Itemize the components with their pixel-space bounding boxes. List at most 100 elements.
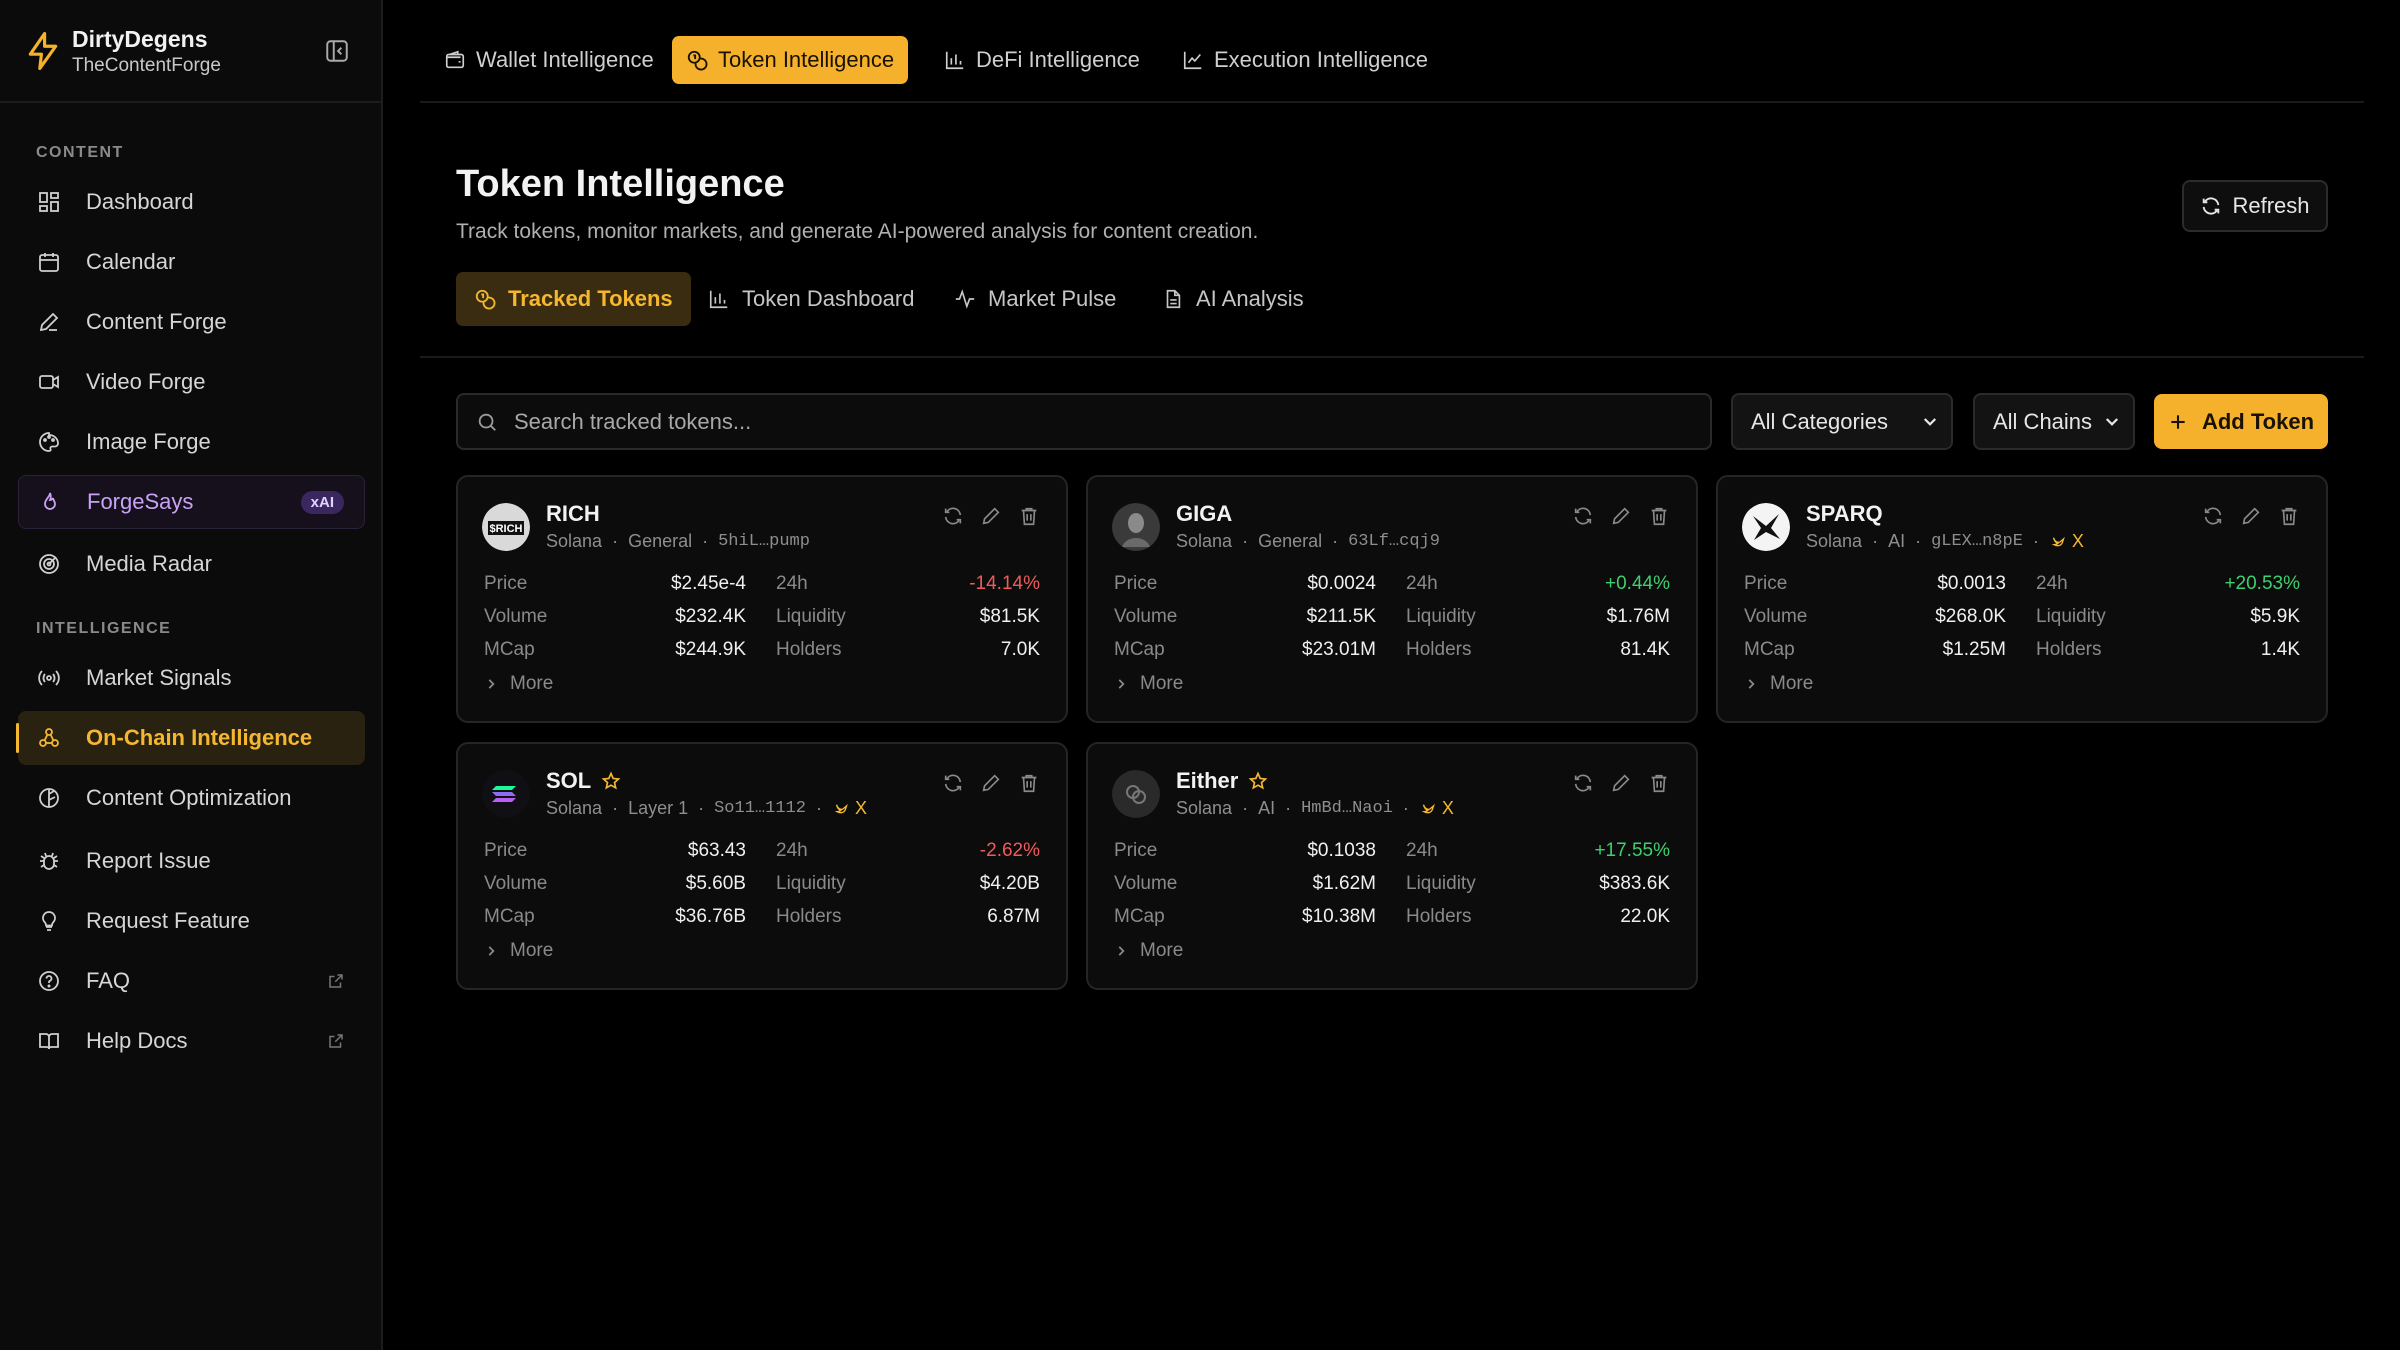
calendar-icon <box>36 249 62 275</box>
chain-select-value: All Chains <box>1993 408 2093 434</box>
sidebar-item-label: ForgeSays <box>87 489 194 514</box>
refresh-icon[interactable] <box>1572 772 1594 794</box>
token-card-sol[interactable]: SOL Solana · Layer 1 · So11…1112 · X Price… <box>456 742 1068 990</box>
change-24h-label: 24h <box>2036 573 2068 594</box>
tab-market-pulse[interactable]: Market Pulse <box>936 272 1134 326</box>
tab-token-intelligence[interactable]: Token Intelligence <box>672 36 909 84</box>
token-chain: Solana <box>546 531 603 551</box>
tab-defi-intelligence[interactable]: DeFi Intelligence <box>930 36 1154 84</box>
tab-tracked-tokens[interactable]: Tracked Tokens <box>456 272 691 326</box>
token-avatar <box>1742 503 1790 551</box>
sidebar-collapse-icon[interactable] <box>324 38 350 64</box>
token-address[interactable]: So11…1112 <box>714 799 806 818</box>
edit-icon[interactable] <box>1610 772 1632 794</box>
sidebar-item-calendar[interactable]: Calendar <box>18 235 365 289</box>
more-toggle[interactable]: More <box>484 940 553 962</box>
more-toggle[interactable]: More <box>1744 673 1813 695</box>
tab-execution-intelligence[interactable]: Execution Intelligence <box>1168 36 1442 84</box>
sidebar-item-content-forge[interactable]: Content Forge <box>18 295 365 349</box>
trash-icon[interactable] <box>2278 505 2300 527</box>
tab-ai-analysis[interactable]: AI Analysis <box>1144 272 1322 326</box>
change-24h-label: 24h <box>1406 573 1438 594</box>
token-name: GIGA <box>1176 501 1233 526</box>
search-icon <box>478 413 496 431</box>
trash-icon[interactable] <box>1648 505 1670 527</box>
mcap-value: $1.25M <box>1942 639 2006 660</box>
token-category: AI <box>1258 798 1276 818</box>
token-card-either[interactable]: Either Solana · AI · HmBd…Naoi · X Price $… <box>1086 742 1698 990</box>
sidebar-item-report-issue[interactable]: Report Issue <box>18 834 365 888</box>
palette-icon <box>36 429 62 455</box>
category-select[interactable]: All Categories <box>1731 393 1953 450</box>
tab-label: Token Dashboard <box>742 286 915 311</box>
x-link[interactable]: X <box>1421 798 1454 819</box>
book-icon <box>36 1028 62 1054</box>
sidebar-item-on-chain-intelligence[interactable]: On-Chain Intelligence <box>16 711 365 765</box>
trash-icon[interactable] <box>1018 505 1040 527</box>
sidebar-item-request-feature[interactable]: Request Feature <box>18 894 365 948</box>
edit-icon[interactable] <box>1610 505 1632 527</box>
trash-icon[interactable] <box>1648 772 1670 794</box>
holders-value: 22.0K <box>1620 906 1670 927</box>
more-toggle[interactable]: More <box>1114 673 1183 695</box>
sidebar-item-label: Calendar <box>86 249 176 274</box>
sidebar-item-media-radar[interactable]: Media Radar <box>18 537 365 591</box>
sidebar-item-market-signals[interactable]: Market Signals <box>18 651 365 705</box>
token-name: SPARQ <box>1806 501 1883 526</box>
sidebar-item-faq[interactable]: FAQ <box>18 954 365 1008</box>
sidebar-item-image-forge[interactable]: Image Forge <box>18 415 365 469</box>
star-icon[interactable] <box>601 771 621 791</box>
top-tab-bar: Wallet Intelligence Token Intelligence D… <box>420 0 2364 103</box>
workspace-name: TheContentForge <box>72 55 221 76</box>
x-link[interactable]: X <box>834 798 867 819</box>
sidebar-item-forgesays[interactable]: ForgeSays xAI <box>18 475 365 529</box>
sidebar-item-label: On-Chain Intelligence <box>86 725 313 750</box>
edit-icon[interactable] <box>2240 505 2262 527</box>
token-address[interactable]: HmBd…Naoi <box>1301 799 1393 818</box>
category-select-value: All Categories <box>1751 408 1888 434</box>
tab-token-dashboard[interactable]: Token Dashboard <box>690 272 932 326</box>
refresh-button[interactable]: Refresh <box>2182 180 2328 232</box>
sidebar-item-help-docs[interactable]: Help Docs <box>18 1014 365 1068</box>
sidebar-item-dashboard[interactable]: Dashboard <box>18 175 365 229</box>
sidebar-item-video-forge[interactable]: Video Forge <box>18 355 365 409</box>
header-divider <box>420 356 2364 358</box>
token-card-giga[interactable]: GIGA Solana · General · 63Lf…cqj9 Price $0… <box>1086 475 1698 723</box>
token-meta: Solana · General · 5hiL…pump <box>546 531 810 551</box>
token-chain: Solana <box>1176 798 1233 818</box>
sidebar-item-label: Dashboard <box>86 189 194 214</box>
coins-icon <box>475 289 496 310</box>
search-input[interactable] <box>514 408 1664 435</box>
star-icon[interactable] <box>1248 771 1268 791</box>
more-toggle[interactable]: More <box>1114 940 1183 962</box>
xai-badge: xAI <box>300 491 344 514</box>
token-address[interactable]: 5hiL…pump <box>718 532 810 551</box>
more-toggle[interactable]: More <box>484 673 553 695</box>
token-name-row: SOL <box>546 768 621 794</box>
edit-icon[interactable] <box>980 772 1002 794</box>
token-avatar <box>1112 503 1160 551</box>
edit-icon[interactable] <box>980 505 1002 527</box>
refresh-icon[interactable] <box>942 505 964 527</box>
sidebar-item-content-optimization[interactable]: Content Optimization <box>18 771 365 825</box>
refresh-icon[interactable] <box>942 772 964 794</box>
card-actions <box>1556 505 1670 527</box>
tab-label: Tracked Tokens <box>508 286 673 311</box>
search-box[interactable] <box>456 393 1712 450</box>
trash-icon[interactable] <box>1018 772 1040 794</box>
chevron-right-icon <box>1118 946 1125 956</box>
holders-value: 81.4K <box>1620 639 1670 660</box>
add-token-button[interactable]: Add Token <box>2154 394 2328 449</box>
flame-icon <box>37 489 63 515</box>
token-address[interactable]: gLEX…n8pE <box>1931 532 2023 551</box>
token-card-sparq[interactable]: SPARQ Solana · AI · gLEX…n8pE · X Price $0… <box>1716 475 2328 723</box>
tab-wallet-intelligence[interactable]: Wallet Intelligence <box>430 36 668 84</box>
token-address[interactable]: 63Lf…cqj9 <box>1348 532 1440 551</box>
token-avatar <box>482 770 530 818</box>
refresh-icon[interactable] <box>2202 505 2224 527</box>
token-card-rich[interactable]: $RICH RICH Solana · General · 5hiL…pump Pr… <box>456 475 1068 723</box>
x-link[interactable]: X <box>2051 531 2084 552</box>
chain-select[interactable]: All Chains <box>1973 393 2135 450</box>
refresh-icon[interactable] <box>1572 505 1594 527</box>
liquidity-label: Liquidity <box>776 606 846 627</box>
